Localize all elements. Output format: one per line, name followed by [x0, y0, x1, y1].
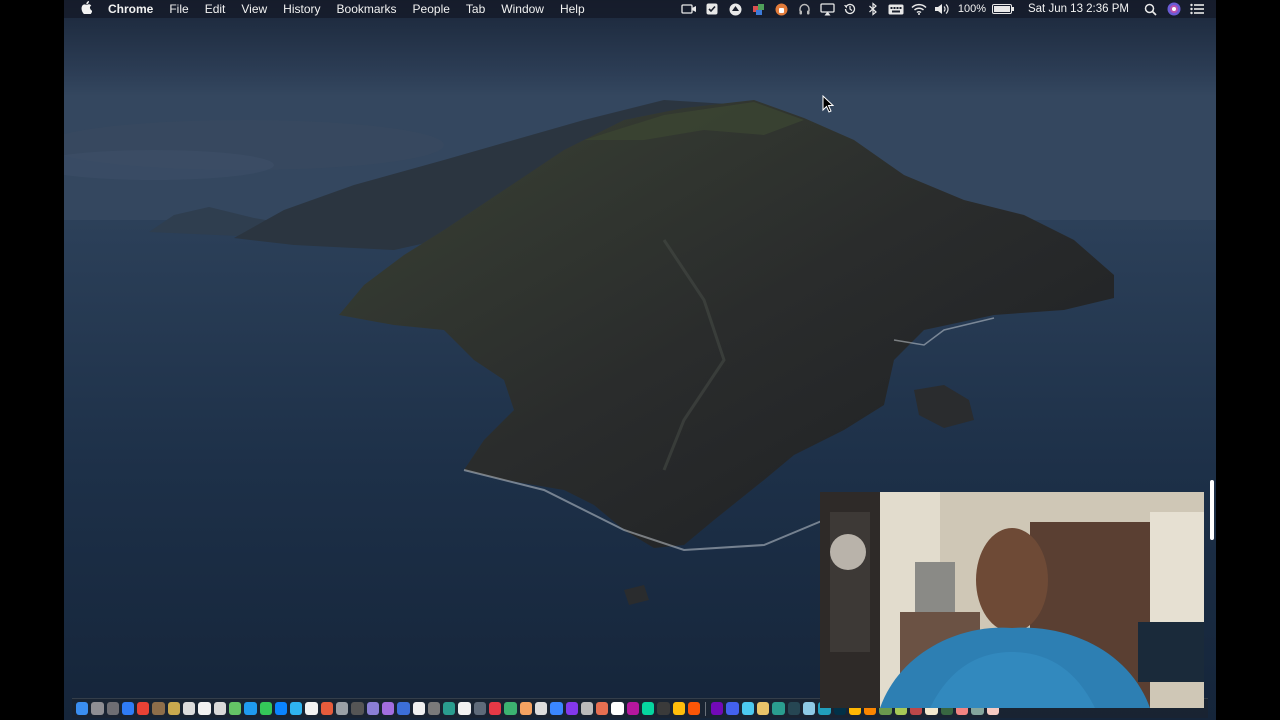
- dock-app-icon[interactable]: [274, 702, 288, 715]
- menu-help[interactable]: Help: [552, 0, 593, 18]
- keyboard-icon[interactable]: [887, 2, 905, 16]
- dock-app-icon[interactable]: [519, 702, 532, 715]
- dock-app-icon[interactable]: [137, 702, 150, 715]
- dock-app-icon[interactable]: [91, 702, 104, 715]
- menu-bookmarks[interactable]: Bookmarks: [329, 0, 405, 18]
- menu-edit[interactable]: Edit: [197, 0, 234, 18]
- dock-app-icon[interactable]: [726, 702, 739, 715]
- dock-app-icon[interactable]: [412, 702, 425, 715]
- menu-app-chrome[interactable]: Chrome: [108, 0, 161, 18]
- dock-app-icon[interactable]: [213, 702, 226, 715]
- apple-icon[interactable]: [64, 1, 108, 17]
- dock-separator: [705, 701, 707, 716]
- drive-icon[interactable]: [726, 2, 744, 16]
- dock-app-icon[interactable]: [259, 702, 272, 715]
- webcam-video-frame: [820, 492, 1204, 708]
- battery-icon[interactable]: [991, 4, 1014, 14]
- dock-app-icon[interactable]: [802, 702, 816, 715]
- headphones-icon[interactable]: [795, 2, 813, 16]
- dock-app-icon[interactable]: [305, 702, 318, 715]
- dock-app-icon[interactable]: [565, 702, 578, 715]
- dock-app-icon[interactable]: [687, 702, 701, 715]
- battery-percent[interactable]: 100%: [958, 3, 986, 15]
- dock-app-icon[interactable]: [351, 702, 364, 715]
- dock-app-icon[interactable]: [167, 702, 181, 715]
- menu-history[interactable]: History: [275, 0, 328, 18]
- dock-app-icon[interactable]: [106, 702, 119, 715]
- dock-app-icon[interactable]: [458, 702, 471, 715]
- menubar-clock[interactable]: Sat Jun 13 2:36 PM: [1028, 3, 1129, 15]
- dock-app-icon[interactable]: [550, 702, 563, 715]
- dock-app-icon[interactable]: [397, 702, 410, 715]
- dock-app-icon[interactable]: [787, 702, 800, 715]
- spotlight-icon[interactable]: [1142, 2, 1160, 16]
- airplay-icon[interactable]: [818, 2, 836, 16]
- dock-app-icon[interactable]: [366, 702, 379, 715]
- dock-app-icon[interactable]: [121, 702, 135, 715]
- checkbox-icon[interactable]: [703, 2, 721, 16]
- dock-app-icon[interactable]: [657, 702, 670, 715]
- dock-app-icon[interactable]: [757, 702, 770, 715]
- menu-view[interactable]: View: [233, 0, 275, 18]
- vpn-icon[interactable]: [772, 2, 790, 16]
- dock-app-icon[interactable]: [641, 702, 655, 715]
- screen-recorder-icon[interactable]: [680, 2, 698, 16]
- dock-app-icon[interactable]: [473, 702, 487, 715]
- dock-app-icon[interactable]: [228, 702, 242, 715]
- dock-app-icon[interactable]: [626, 702, 639, 715]
- siri-icon[interactable]: [1165, 2, 1183, 16]
- dock-app-icon[interactable]: [152, 702, 165, 715]
- dock-app-icon[interactable]: [244, 702, 257, 715]
- webcam-overlay: [820, 492, 1204, 708]
- dock-app-icon[interactable]: [611, 702, 624, 715]
- menu-window[interactable]: Window: [493, 0, 552, 18]
- time-machine-icon[interactable]: [841, 2, 859, 16]
- menu-bar: Chrome File Edit View History Bookmarks …: [64, 0, 1216, 18]
- dock-app-icon[interactable]: [580, 702, 594, 715]
- scroll-handle[interactable]: [1210, 480, 1214, 540]
- menu-tab[interactable]: Tab: [458, 0, 493, 18]
- dock-app-icon[interactable]: [772, 702, 785, 715]
- dock-app-icon[interactable]: [711, 702, 724, 715]
- dock-app-icon[interactable]: [427, 702, 441, 715]
- dock-app-icon[interactable]: [183, 702, 196, 715]
- bluetooth-icon[interactable]: [864, 2, 882, 16]
- dock-app-icon[interactable]: [596, 702, 609, 715]
- dock-app-icon[interactable]: [504, 702, 517, 715]
- notification-center-icon[interactable]: [1188, 2, 1206, 16]
- volume-icon[interactable]: [933, 2, 951, 16]
- puzzle-icon[interactable]: [749, 2, 767, 16]
- menu-people[interactable]: People: [405, 0, 458, 18]
- wifi-icon[interactable]: [910, 2, 928, 16]
- dock-app-icon[interactable]: [198, 702, 211, 715]
- dock-app-icon[interactable]: [381, 702, 395, 715]
- dock-app-icon[interactable]: [534, 702, 548, 715]
- dock-app-icon[interactable]: [336, 702, 349, 715]
- menu-file[interactable]: File: [161, 0, 196, 18]
- dock-app-icon[interactable]: [741, 702, 755, 715]
- dock-app-icon[interactable]: [443, 702, 456, 715]
- dock-app-icon[interactable]: [290, 702, 303, 715]
- dock-app-icon[interactable]: [489, 702, 502, 715]
- dock-app-icon[interactable]: [76, 702, 89, 715]
- mouse-cursor-icon: [822, 95, 834, 113]
- dock-app-icon[interactable]: [320, 702, 334, 715]
- dock-app-icon[interactable]: [672, 702, 685, 715]
